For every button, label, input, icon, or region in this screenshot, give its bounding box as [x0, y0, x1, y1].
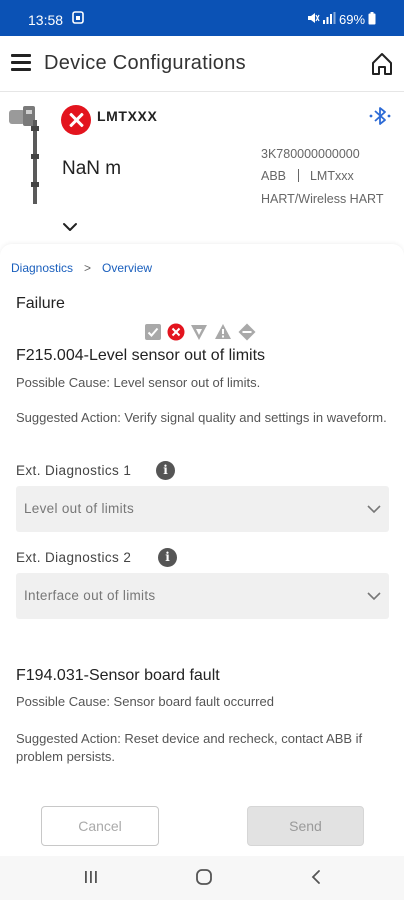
dropdown-value: Level out of limits: [24, 501, 134, 516]
device-model: LMTxxx: [309, 169, 354, 183]
device-value: NaN m: [62, 158, 122, 179]
dropdown-value: Interface out of limits: [24, 588, 156, 603]
fault-action: Suggested Action: Verify signal quality …: [16, 410, 387, 425]
home-nav-icon[interactable]: [195, 868, 213, 886]
ext-diagnostics-1-label: Ext. Diagnostics 1: [16, 463, 132, 478]
status-bar: 13:58 69%: [0, 0, 404, 36]
ext-diagnostics-1-dropdown[interactable]: Level out of limits: [16, 486, 389, 532]
recent-apps-icon[interactable]: [84, 870, 98, 884]
battery-icon: [368, 12, 376, 25]
fault-code: F215.004-Level sensor out of limits: [16, 347, 266, 364]
ext-diagnostics-2-label: Ext. Diagnostics 2: [16, 550, 132, 565]
expand-chevron-icon[interactable]: [62, 222, 78, 232]
gallery-icon: [72, 11, 84, 24]
system-nav-bar: [0, 856, 404, 900]
status-time: 13:58: [28, 12, 64, 28]
breadcrumb: Diagnostics > Overview: [11, 261, 152, 275]
warning-triangle-icon: [215, 324, 231, 339]
device-manufacturer-model: ABB LMTxxx: [261, 169, 354, 183]
chevron-down-icon: [367, 592, 381, 601]
device-serial: 3K780000000000: [261, 147, 360, 161]
send-button[interactable]: Send: [247, 806, 364, 846]
breadcrumb-diagnostics[interactable]: Diagnostics: [11, 261, 73, 275]
mute-icon: [308, 13, 320, 23]
battery-percent: 69%: [339, 12, 366, 27]
fault-code: F194.031-Sensor board fault: [16, 667, 220, 684]
back-icon[interactable]: [310, 869, 322, 885]
chevron-down-icon: [367, 505, 381, 514]
info-icon[interactable]: i: [156, 461, 175, 480]
failure-x-icon: [167, 323, 185, 341]
device-protocol: HART/Wireless HART: [261, 192, 384, 206]
failure-title: Failure: [16, 295, 65, 312]
signal-icon: [323, 12, 336, 24]
bluetooth-icon[interactable]: [368, 105, 394, 127]
home-icon[interactable]: [371, 52, 393, 76]
cancel-button[interactable]: Cancel: [41, 806, 159, 846]
sensor-image: [9, 106, 39, 204]
fault-cause: Possible Cause: Sensor board fault occur…: [16, 694, 274, 709]
ext-diagnostics-2-dropdown[interactable]: Interface out of limits: [16, 573, 389, 619]
filter-triangle-icon: [191, 325, 207, 340]
diagnostics-panel: Diagnostics > Overview Failure F215.004-Le…: [0, 244, 404, 856]
fault-action: Suggested Action: Reset device and reche…: [16, 731, 363, 764]
device-header: LMTXXX NaN m 3K780000000000 ABB LMTxxx H…: [0, 92, 404, 244]
breadcrumb-overview[interactable]: Overview: [102, 261, 152, 275]
menu-icon[interactable]: [11, 54, 33, 72]
app-bar: Device Configurations: [0, 36, 404, 92]
diamond-icon: [238, 323, 256, 341]
checkbox-icon: [145, 324, 161, 340]
chevron-right-icon: >: [84, 261, 92, 275]
fault-cause: Possible Cause: Level sensor out of limi…: [16, 375, 261, 390]
info-icon[interactable]: i: [158, 548, 177, 567]
failure-status-icon: [61, 105, 91, 135]
device-name: LMTXXX: [97, 108, 158, 124]
device-manufacturer: ABB: [261, 169, 287, 183]
page-title: Device Configurations: [44, 52, 246, 74]
